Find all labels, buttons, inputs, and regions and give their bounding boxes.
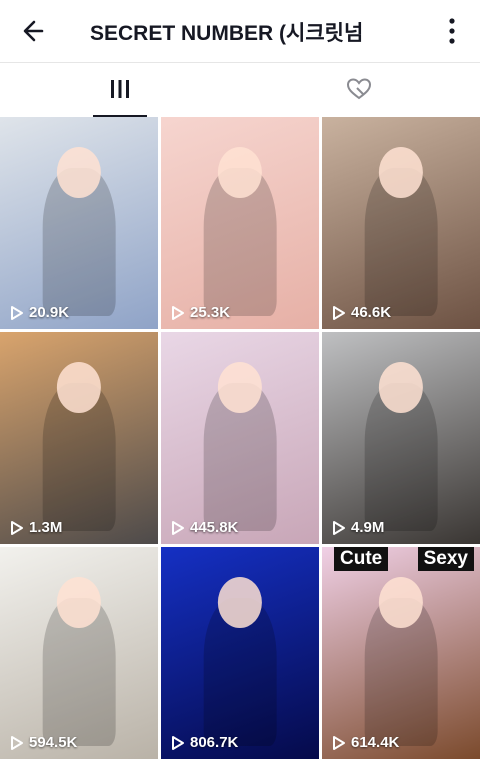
video-thumbnail[interactable]: 20.9K (0, 117, 158, 329)
view-count-label: 20.9K (29, 304, 70, 321)
play-icon (172, 305, 184, 320)
view-count: 46.6K (332, 304, 391, 321)
thumbnail-face (56, 576, 102, 628)
view-count-label: 614.4K (351, 734, 400, 751)
view-count: 594.5K (10, 734, 77, 751)
play-icon (11, 735, 23, 750)
video-thumbnail[interactable]: 614.4K Cute Sexy (322, 547, 480, 759)
thumbnail-face (378, 361, 424, 413)
thumbnail-face (378, 576, 424, 628)
view-count: 614.4K (332, 734, 399, 751)
more-options-icon[interactable] (444, 15, 460, 47)
view-count: 25.3K (171, 304, 230, 321)
video-thumbnail[interactable]: 46.6K (322, 117, 480, 329)
thumbnail-face (217, 576, 263, 628)
play-icon (172, 520, 184, 535)
video-grid: 20.9K 25.3K 46.6K 1.3M 445.8K 4.9M 594.5K 806.7… (0, 117, 480, 759)
thumbnail-face (56, 361, 102, 413)
thumbnail-face (217, 361, 263, 413)
play-icon (11, 305, 23, 320)
grid-icon (111, 80, 129, 98)
thumbnail-face (217, 146, 263, 198)
page-title: SECRET NUMBER (시크릿넘 (90, 22, 364, 45)
view-count-label: 806.7K (190, 734, 239, 751)
tab-videos[interactable] (0, 63, 240, 117)
view-count-label: 445.8K (190, 519, 239, 536)
back-arrow-icon[interactable] (18, 14, 52, 48)
play-icon (333, 305, 345, 320)
view-count-label: 1.3M (29, 519, 63, 536)
video-thumbnail[interactable]: 4.9M (322, 332, 480, 544)
play-icon (11, 520, 23, 535)
play-icon (333, 735, 345, 750)
video-thumbnail[interactable]: 594.5K (0, 547, 158, 759)
top-bar: SECRET NUMBER (시크릿넘 (0, 0, 480, 62)
liked-heart-icon (346, 78, 372, 100)
view-count: 4.9M (332, 519, 384, 536)
view-count-label: 46.6K (351, 304, 392, 321)
view-count-label: 4.9M (351, 519, 385, 536)
view-count: 20.9K (10, 304, 69, 321)
thumbnail-face (56, 146, 102, 198)
view-count: 445.8K (171, 519, 238, 536)
video-thumbnail[interactable]: 25.3K (161, 117, 319, 329)
sexy-caption: Sexy (417, 547, 474, 571)
view-count-label: 594.5K (29, 734, 78, 751)
view-count: 806.7K (171, 734, 238, 751)
cute-caption: Cute (334, 547, 389, 571)
play-icon (333, 520, 345, 535)
video-thumbnail[interactable]: 445.8K (161, 332, 319, 544)
video-thumbnail[interactable]: 806.7K (161, 547, 319, 759)
view-count-label: 25.3K (190, 304, 231, 321)
thumbnail-face (378, 146, 424, 198)
video-thumbnail[interactable]: 1.3M (0, 332, 158, 544)
play-icon (172, 735, 184, 750)
profile-tabs (0, 63, 480, 117)
view-count: 1.3M (10, 519, 62, 536)
tab-liked[interactable] (240, 63, 480, 117)
